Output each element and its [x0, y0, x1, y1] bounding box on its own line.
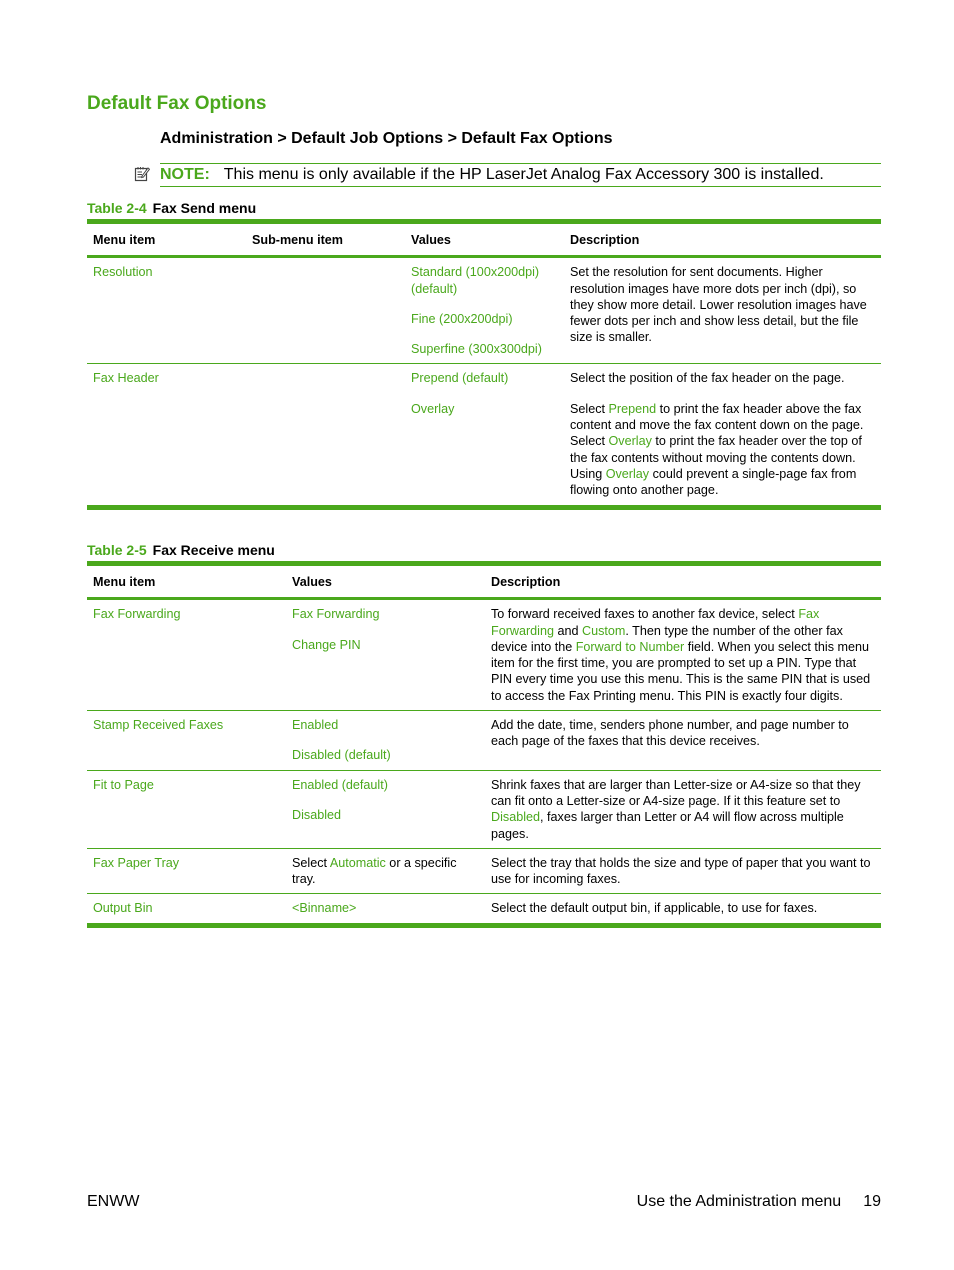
breadcrumb: Administration > Default Job Options > D… — [160, 130, 613, 147]
values-cell: Enabled Disabled (default) — [286, 711, 485, 771]
value-link[interactable]: Enabled (default) — [292, 777, 479, 793]
table-row: Resolution Standard (100x200dpi) (defaul… — [87, 257, 881, 364]
values-cell: Fax Forwarding Change PIN — [286, 599, 485, 711]
footer-section: Use the Administration menu 19 — [637, 1193, 881, 1211]
description-cell: To forward received faxes to another fax… — [485, 599, 881, 711]
fax-send-table: Menu item Sub-menu item Values Descripti… — [87, 219, 881, 510]
menu-item-cell[interactable]: Stamp Received Faxes — [87, 711, 286, 771]
description-paragraph: Select Prepend to print the fax header a… — [570, 401, 875, 499]
text: Select — [570, 401, 609, 416]
text: and — [554, 623, 583, 638]
table-row: Fax Paper Tray Select Automatic or a spe… — [87, 848, 881, 894]
table-title: Fax Send menu — [152, 200, 257, 216]
inline-link[interactable]: Disabled — [491, 810, 540, 824]
text: Shrink faxes that are larger than Letter… — [491, 777, 861, 808]
value-link[interactable]: Standard (100x200dpi) (default) — [411, 264, 558, 297]
column-header: Description — [491, 575, 561, 589]
menu-item-cell[interactable]: Fax Forwarding — [87, 599, 286, 711]
text: To forward received faxes to another fax… — [491, 607, 799, 622]
note-box: NOTE: This menu is only available if the … — [134, 163, 881, 187]
description-cell: Select the position of the fax header on… — [564, 364, 881, 507]
value-link[interactable]: Disabled (default) — [292, 747, 479, 763]
section-title: Default Fax Options — [87, 93, 267, 114]
text: Select — [292, 855, 330, 870]
description-cell: Shrink faxes that are larger than Letter… — [485, 770, 881, 848]
values-cell: <Binname> — [286, 894, 485, 925]
table-row: Fax Forwarding Fax Forwarding Change PIN… — [87, 599, 881, 711]
column-header: Sub-menu item — [252, 233, 343, 247]
table-caption-fax-send: Table 2-4 Fax Send menu — [87, 200, 256, 216]
footer-section-title: Use the Administration menu — [636, 1193, 842, 1210]
note-text: This menu is only available if the HP La… — [223, 166, 824, 183]
table-row: Fit to Page Enabled (default) Disabled S… — [87, 770, 881, 849]
value-link[interactable]: Disabled — [292, 807, 479, 823]
description-cell: Select the tray that holds the size and … — [491, 855, 871, 887]
column-header: Menu item — [93, 575, 156, 589]
value-link[interactable]: <Binname> — [292, 900, 479, 916]
inline-link[interactable]: Overlay — [609, 434, 652, 448]
description-cell: Set the resolution for sent documents. H… — [570, 265, 867, 345]
menu-item-cell[interactable]: Resolution — [87, 257, 246, 364]
table-title: Fax Receive menu — [152, 542, 275, 558]
table-number: Table 2-5 — [87, 542, 147, 558]
table-header-row: Menu item Sub-menu item Values Descripti… — [87, 221, 881, 257]
inline-link[interactable]: Custom — [582, 624, 625, 638]
menu-item-cell[interactable]: Output Bin — [87, 894, 286, 925]
table-row: Output Bin <Binname> Select the default … — [87, 894, 881, 926]
table-number: Table 2-4 — [87, 200, 147, 216]
value-link[interactable]: Fax Forwarding — [292, 606, 479, 622]
text: , faxes larger than Letter or A4 will fl… — [491, 810, 844, 841]
description-cell: Select the default output bin, if applic… — [491, 901, 818, 916]
table-caption-fax-receive: Table 2-5 Fax Receive menu — [87, 542, 275, 558]
values-cell: Prepend (default) Overlay — [405, 364, 564, 507]
column-header: Description — [570, 233, 640, 247]
note-label: NOTE: — [160, 166, 210, 183]
column-header: Values — [411, 233, 451, 247]
menu-item-cell[interactable]: Fax Header — [87, 364, 246, 507]
fax-receive-table: Menu item Values Description Fax Forward… — [87, 561, 881, 928]
footer-label: ENWW — [87, 1193, 140, 1210]
menu-item-cell[interactable]: Fax Paper Tray — [87, 848, 286, 894]
inline-link[interactable]: Overlay — [606, 467, 649, 481]
table-row: Fax Header Prepend (default) Overlay Sel… — [87, 364, 881, 508]
value-link[interactable]: Prepend (default) — [411, 370, 558, 386]
page-number: 19 — [863, 1193, 881, 1210]
menu-item-cell[interactable]: Fit to Page — [87, 770, 286, 848]
column-header: Values — [292, 575, 332, 589]
sub-menu-item-cell — [246, 364, 405, 507]
table-row: Stamp Received Faxes Enabled Disabled (d… — [87, 711, 881, 771]
column-header: Menu item — [93, 233, 156, 247]
value-link[interactable]: Overlay — [411, 401, 558, 417]
value-link[interactable]: Change PIN — [292, 637, 479, 653]
description-paragraph: Select the position of the fax header on… — [570, 371, 845, 386]
value-link[interactable]: Fine (200x200dpi) — [411, 311, 558, 327]
sub-menu-item-cell — [246, 257, 405, 364]
inline-link[interactable]: Automatic — [330, 856, 386, 870]
value-link[interactable]: Superfine (300x300dpi) — [411, 341, 558, 357]
note-icon — [134, 166, 151, 182]
values-cell: Enabled (default) Disabled — [286, 770, 485, 848]
values-cell: Select Automatic or a specific tray. — [286, 848, 485, 894]
inline-link[interactable]: Prepend — [609, 402, 657, 416]
table-header-row: Menu item Values Description — [87, 563, 881, 599]
description-cell: Add the date, time, senders phone number… — [491, 718, 849, 749]
values-cell: Standard (100x200dpi) (default) Fine (20… — [405, 257, 564, 364]
inline-link[interactable]: Forward to Number — [576, 640, 684, 654]
value-link[interactable]: Enabled — [292, 717, 479, 733]
